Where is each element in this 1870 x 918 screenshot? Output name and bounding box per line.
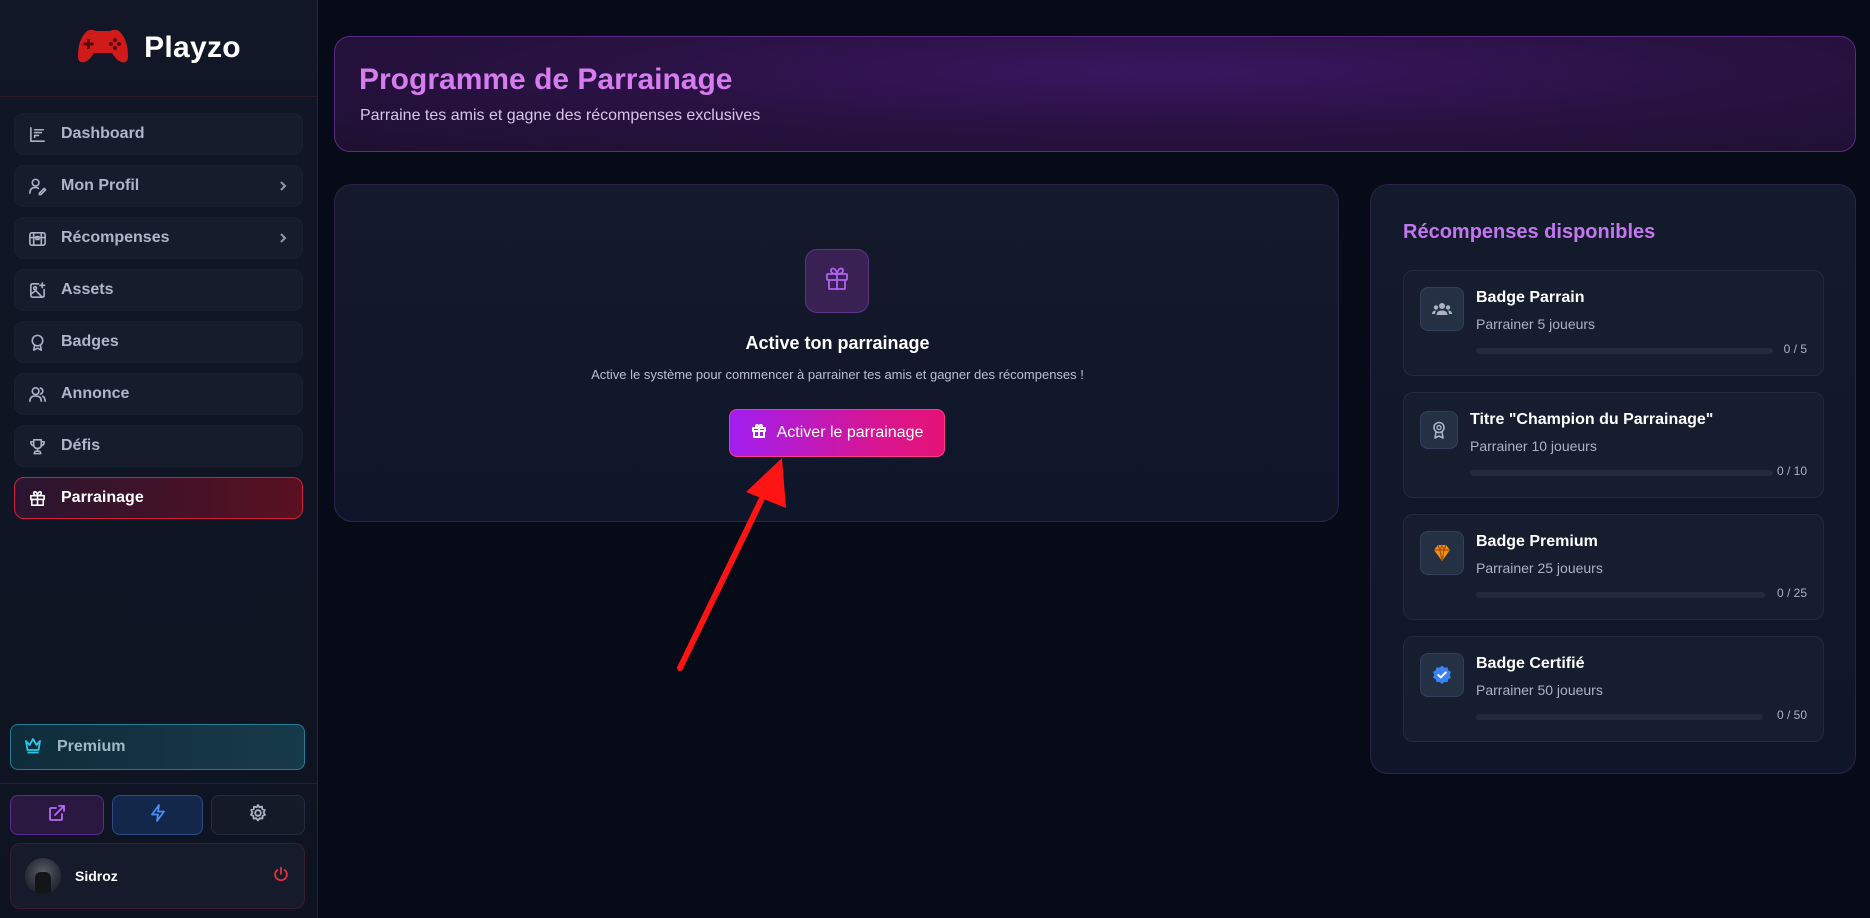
sidebar-item-label: Badges xyxy=(61,333,119,350)
gift-icon xyxy=(822,264,852,299)
sidebar-item-defis[interactable]: Défis xyxy=(14,425,303,467)
reward-requirement: Parrainer 25 joueurs xyxy=(1476,560,1603,576)
reward-item: Titre "Champion du Parrainage" Parrainer… xyxy=(1403,392,1824,498)
sidebar-nav: Dashboard Mon Profil Récompenses Assets … xyxy=(0,97,317,519)
reward-name: Badge Certifié xyxy=(1476,655,1585,672)
external-link-icon xyxy=(47,803,67,828)
reward-name: Badge Premium xyxy=(1476,533,1598,550)
page-title: Programme de Parrainage xyxy=(359,63,733,96)
user-name: Sidroz xyxy=(75,868,118,884)
page-subtitle: Parraine tes amis et gagne des récompens… xyxy=(360,107,761,124)
sidebar-item-badges[interactable]: Badges xyxy=(14,321,303,363)
chart-icon xyxy=(27,124,47,144)
progress-bar xyxy=(1476,592,1765,598)
users-icon xyxy=(1420,287,1464,331)
settings-button[interactable] xyxy=(211,795,305,835)
sidebar-item-assets[interactable]: Assets xyxy=(14,269,303,311)
reward-progress: 0 / 5 xyxy=(1783,342,1807,356)
reward-requirement: Parrainer 10 joueurs xyxy=(1470,438,1597,454)
user-card[interactable]: Sidroz xyxy=(10,843,305,909)
reward-progress: 0 / 25 xyxy=(1776,586,1807,600)
page-header: Programme de Parrainage Parraine tes ami… xyxy=(334,36,1856,152)
sidebar-item-label: Dashboard xyxy=(61,125,145,142)
reward-item: Badge Certifié Parrainer 50 joueurs 0 / … xyxy=(1403,636,1824,742)
reward-item: Badge Parrain Parrainer 5 joueurs 0 / 5 xyxy=(1403,270,1824,376)
reward-progress: 0 / 10 xyxy=(1776,464,1807,478)
sidebar-item-recompenses[interactable]: Récompenses xyxy=(14,217,303,259)
progress-bar xyxy=(1476,348,1773,354)
chevron-right-icon xyxy=(276,231,290,245)
sidebar-item-label: Mon Profil xyxy=(61,177,140,194)
gear-icon xyxy=(248,803,268,828)
sidebar-item-dashboard[interactable]: Dashboard xyxy=(14,113,303,155)
sidebar-item-parrainage[interactable]: Parrainage xyxy=(14,477,303,519)
diamond-icon xyxy=(1420,531,1464,575)
gift-icon xyxy=(27,488,47,508)
sidebar-item-label: Défis xyxy=(61,437,101,454)
activate-description: Active le système pour commencer à parra… xyxy=(591,367,1084,382)
progress-bar xyxy=(1476,714,1763,720)
reward-name: Titre "Champion du Parrainage" xyxy=(1470,411,1714,428)
chevron-right-icon xyxy=(276,179,290,193)
reward-requirement: Parrainer 5 joueurs xyxy=(1476,316,1596,332)
gamepad-icon xyxy=(76,26,130,71)
users-icon xyxy=(27,384,47,404)
sidebar-item-label: Parrainage xyxy=(61,489,144,506)
sidebar-item-annonce[interactable]: Annonce xyxy=(14,373,303,415)
red-arrow-annotation xyxy=(677,458,786,671)
gift-icon-tile xyxy=(805,249,869,313)
brand[interactable]: Playzo xyxy=(0,0,317,97)
power-icon[interactable] xyxy=(272,865,290,888)
premium-button[interactable]: Premium xyxy=(10,724,305,770)
progress-bar xyxy=(1470,470,1773,476)
reward-name: Badge Parrain xyxy=(1476,289,1585,306)
sidebar-item-label: Récompenses xyxy=(61,229,170,246)
reward-item: Badge Premium Parrainer 25 joueurs 0 / 2… xyxy=(1403,514,1824,620)
lightning-icon xyxy=(148,803,168,828)
sidebar-item-mon-profil[interactable]: Mon Profil xyxy=(14,165,303,207)
image-plus-icon xyxy=(27,280,47,300)
activate-referral-card: Active ton parrainage Active le système … xyxy=(334,184,1339,522)
sidebar-item-label: Assets xyxy=(61,281,114,298)
avatar xyxy=(25,858,61,894)
chest-icon xyxy=(27,228,47,248)
external-link-button[interactable] xyxy=(10,795,104,835)
divider xyxy=(0,783,318,784)
reward-requirement: Parrainer 50 joueurs xyxy=(1476,682,1603,698)
user-edit-icon xyxy=(27,176,47,196)
brand-name: Playzo xyxy=(144,31,241,64)
verified-icon xyxy=(1420,653,1464,697)
sidebar-item-label: Annonce xyxy=(61,385,130,402)
lightning-button[interactable] xyxy=(112,795,203,835)
reward-progress: 0 / 50 xyxy=(1776,708,1807,722)
activate-title: Active ton parrainage xyxy=(745,333,930,353)
trophy-icon xyxy=(27,436,47,456)
rewards-panel: Récompenses disponibles Badge Parrain Pa… xyxy=(1370,184,1856,774)
sidebar: Playzo Dashboard Mon Profil Récompenses … xyxy=(0,0,318,918)
crown-icon xyxy=(23,735,43,760)
premium-label: Premium xyxy=(57,738,126,755)
award-icon xyxy=(27,332,47,352)
award-icon xyxy=(1420,411,1458,449)
rewards-title: Récompenses disponibles xyxy=(1403,221,1656,243)
